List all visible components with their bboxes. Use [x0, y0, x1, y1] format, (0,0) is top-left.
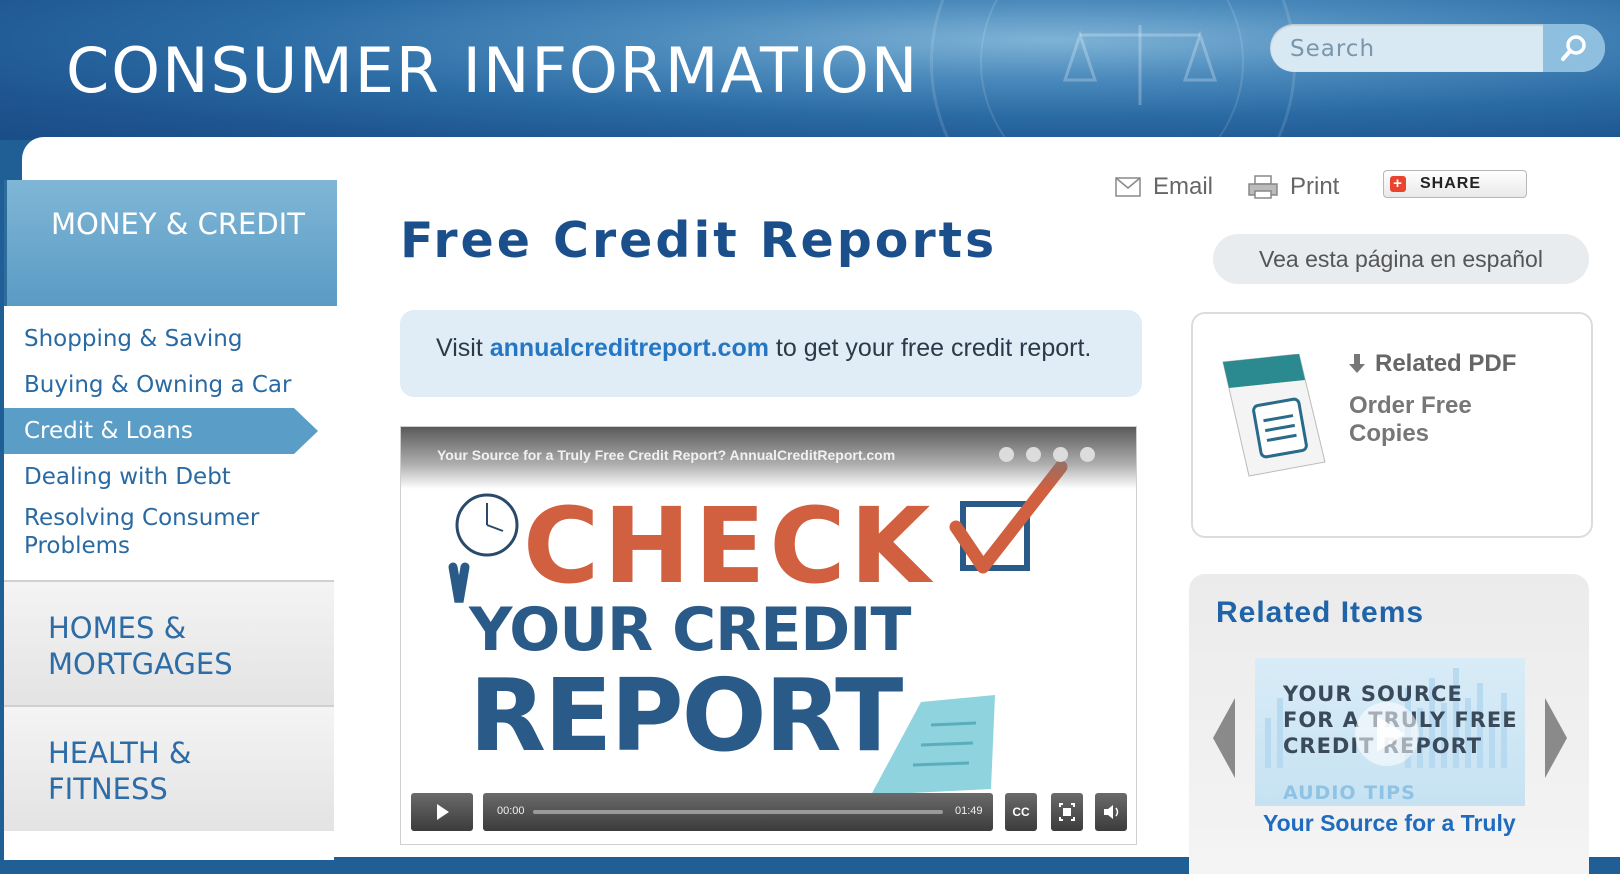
related-items: Related Items YOUR SOURCE FOR A TRULY FR…: [1189, 574, 1589, 874]
current-time: 00:00: [497, 805, 525, 817]
video-title[interactable]: Your Source for a Truly Free Credit Repo…: [437, 447, 895, 463]
category-label: HOMES & MORTGAGES: [48, 611, 233, 681]
search-button[interactable]: [1543, 24, 1605, 72]
annualcreditreport-link[interactable]: annualcreditreport.com: [490, 334, 769, 362]
search-input[interactable]: [1288, 24, 1532, 72]
closed-captions-button[interactable]: CC: [1005, 793, 1037, 831]
duration: 01:49: [955, 805, 983, 817]
subnav-list: Shopping & Saving Buying & Owning a Car …: [4, 316, 334, 578]
download-arrow-icon: [1349, 354, 1365, 373]
subnav-item-shopping-saving[interactable]: Shopping & Saving: [4, 316, 334, 362]
carousel-prev-arrow-icon[interactable]: [1213, 698, 1235, 778]
email-icon[interactable]: [1026, 447, 1041, 462]
subnav-item-credit-loans[interactable]: Credit & Loans: [4, 408, 318, 454]
fullscreen-icon: [1059, 803, 1075, 821]
fullscreen-button[interactable]: [1051, 793, 1083, 831]
sidebar-nav: MONEY & CREDIT Shopping & Saving Buying …: [4, 180, 337, 860]
related-item-caption[interactable]: Your Source for a Truly: [1263, 810, 1516, 837]
category-label: MONEY & CREDIT: [51, 207, 305, 241]
play-icon: [437, 804, 449, 820]
video-art-check: CHECK: [523, 485, 935, 607]
embed-icon[interactable]: [1080, 447, 1095, 462]
related-item-thumbnail[interactable]: YOUR SOURCE FOR A TRULY FREE CREDIT REPO…: [1255, 658, 1525, 806]
subnav-item-dealing-with-debt[interactable]: Dealing with Debt: [4, 454, 334, 500]
share-button[interactable]: + SHARE: [1383, 170, 1527, 198]
share-label: SHARE: [1420, 175, 1482, 192]
clock-icon: [448, 493, 519, 603]
print-link[interactable]: Print: [1248, 170, 1339, 204]
category-label: HEALTH & FITNESS: [48, 736, 192, 806]
scales-icon: [1062, 25, 1218, 105]
related-items-heading: Related Items: [1216, 596, 1425, 629]
category-money-credit[interactable]: MONEY & CREDIT: [4, 180, 337, 306]
page-title: Free Credit Reports: [400, 212, 998, 269]
play-triangle-icon: [1377, 716, 1405, 752]
video-player[interactable]: CHECK YOUR CREDIT REPORT Your Source for…: [400, 426, 1137, 845]
progress-track[interactable]: [533, 810, 943, 814]
volume-icon: [1104, 805, 1119, 819]
volume-button[interactable]: [1095, 793, 1127, 831]
related-pdf-label: Related PDF: [1349, 350, 1516, 378]
thumb-tag: AUDIO TIPS: [1283, 782, 1416, 804]
pdf-label-text: Related PDF: [1375, 350, 1517, 377]
category-health-fitness[interactable]: HEALTH & FITNESS: [4, 705, 334, 831]
category-homes-mortgages[interactable]: HOMES & MORTGAGES: [4, 580, 334, 706]
printer-icon: [1248, 175, 1278, 199]
print-label: Print: [1290, 173, 1340, 200]
notice-prefix: Visit: [436, 334, 490, 362]
notice-box: Visit annualcreditreport.com to get your…: [400, 310, 1142, 397]
subnav-item-resolving-problems[interactable]: Resolving Consumer Problems: [4, 500, 334, 578]
envelope-icon: [1115, 177, 1141, 197]
pdf-title[interactable]: Order Free Copies: [1349, 392, 1549, 448]
video-art-report: REPORT: [469, 657, 903, 774]
email-link[interactable]: Email: [1115, 170, 1213, 204]
carousel-next-arrow-icon[interactable]: [1545, 698, 1567, 778]
info-icon[interactable]: [999, 447, 1014, 462]
share-icon[interactable]: [1053, 447, 1068, 462]
spanish-version-button[interactable]: Vea esta página en español: [1213, 234, 1589, 284]
video-controls: 00:00 01:49 CC: [411, 793, 1129, 833]
search-box: [1270, 24, 1605, 72]
booklet-icon: [1222, 354, 1326, 477]
notice-suffix: to get your free credit report.: [768, 334, 1092, 362]
subnav-item-buying-owning-car[interactable]: Buying & Owning a Car: [4, 362, 334, 408]
search-icon: [1561, 35, 1586, 61]
site-title[interactable]: CONSUMER INFORMATION: [66, 34, 919, 107]
progress-bar[interactable]: 00:00 01:49: [483, 793, 993, 831]
site-header: CONSUMER INFORMATION: [0, 0, 1620, 140]
video-art-your-credit: YOUR CREDIT: [469, 595, 911, 665]
video-topbar-icons: [999, 447, 1095, 462]
video-topbar: Your Source for a Truly Free Credit Repo…: [401, 427, 1136, 489]
related-pdf-box[interactable]: Related PDF Order Free Copies: [1191, 312, 1593, 538]
play-button[interactable]: [411, 793, 473, 831]
plus-icon: +: [1390, 176, 1406, 192]
email-label: Email: [1153, 173, 1214, 200]
thumb-line-1: YOUR SOURCE: [1283, 682, 1463, 706]
